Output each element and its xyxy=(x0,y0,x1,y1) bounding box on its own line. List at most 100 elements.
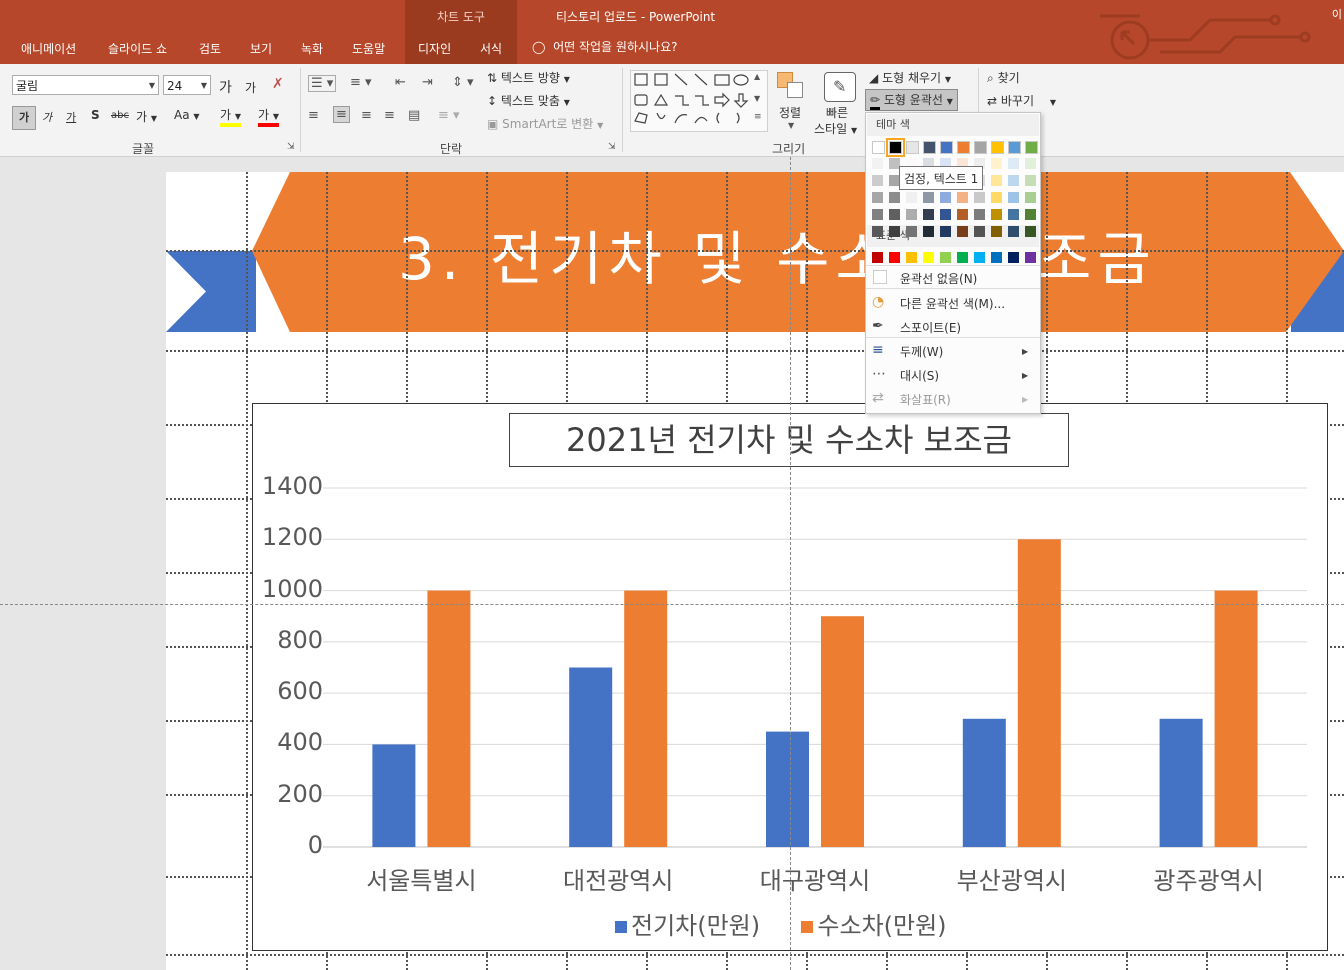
theme-shade-swatch[interactable] xyxy=(906,209,917,220)
theme-shade-swatch[interactable] xyxy=(940,226,951,237)
theme-shade-swatch[interactable] xyxy=(1025,209,1036,220)
align-right-icon[interactable]: ≡ xyxy=(361,108,372,123)
bar-ev[interactable] xyxy=(766,731,809,847)
numbering-icon[interactable]: ≡ ▾ xyxy=(350,75,372,90)
quick-styles-line1[interactable]: 빠른 xyxy=(826,104,848,121)
theme-shade-swatch[interactable] xyxy=(957,192,968,203)
tab-format[interactable]: 서식 xyxy=(480,40,502,57)
theme-color-swatch[interactable] xyxy=(1025,141,1038,154)
standard-color-swatch[interactable] xyxy=(906,252,917,263)
tab-view[interactable]: 보기 xyxy=(250,40,272,57)
bar-ev[interactable] xyxy=(1159,718,1203,847)
theme-shade-swatch[interactable] xyxy=(1025,192,1036,203)
theme-color-swatch[interactable] xyxy=(991,141,1004,154)
font-size-combo[interactable]: 24 ▼ xyxy=(163,75,211,95)
tab-record[interactable]: 녹화 xyxy=(301,40,323,57)
shadow-button[interactable]: S xyxy=(91,108,100,122)
menu-more-colors[interactable]: 다른 윤곽선 색(M)... xyxy=(900,295,1005,312)
justify-icon[interactable]: ≡ xyxy=(384,108,395,123)
theme-shade-swatch[interactable] xyxy=(1008,158,1019,169)
menu-weight[interactable]: 두께(W) xyxy=(900,343,943,360)
theme-shade-swatch[interactable] xyxy=(1008,192,1019,203)
find-button[interactable]: ⌕ 찾기 xyxy=(987,69,1020,86)
theme-shade-swatch[interactable] xyxy=(923,226,934,237)
underline-button[interactable]: 가 xyxy=(66,109,76,125)
clear-formatting-icon[interactable]: ✗ xyxy=(272,76,284,92)
theme-shade-swatch[interactable] xyxy=(974,192,985,203)
align-text-button[interactable]: ↕ 텍스트 맞춤 ▼ xyxy=(487,92,570,109)
strikethrough-button[interactable]: abc xyxy=(111,110,129,121)
increase-indent-icon[interactable]: ⇥ xyxy=(422,75,433,90)
theme-shade-swatch[interactable] xyxy=(991,226,1002,237)
smartart-button[interactable]: ▣ SmartArt로 변환 ▼ xyxy=(487,115,603,132)
tab-help[interactable]: 도움말 xyxy=(352,40,385,57)
quick-styles-button[interactable]: 스타일 ▼ xyxy=(814,120,857,137)
theme-shade-swatch[interactable] xyxy=(991,209,1002,220)
theme-color-swatch[interactable] xyxy=(957,141,970,154)
standard-color-swatch[interactable] xyxy=(923,252,934,263)
bar-ev[interactable] xyxy=(962,718,1006,847)
chevron-down-icon[interactable]: ▼ xyxy=(788,121,794,130)
shape-outline-button[interactable]: ✏ 도형 윤곽선 ▼ xyxy=(865,89,958,111)
theme-shade-swatch[interactable] xyxy=(906,226,917,237)
line-spacing-icon[interactable]: ⇕ ▾ xyxy=(452,75,474,90)
tab-review[interactable]: 검토 xyxy=(199,40,221,57)
gallery-scroll-up-icon[interactable]: ▲ xyxy=(754,72,760,81)
theme-shade-swatch[interactable] xyxy=(1025,158,1036,169)
theme-shade-swatch[interactable] xyxy=(974,226,985,237)
theme-color-swatch[interactable] xyxy=(872,141,885,154)
dialog-launcher-icon[interactable]: ⇲ xyxy=(608,142,616,152)
theme-shade-swatch[interactable] xyxy=(991,175,1002,186)
font-name-combo[interactable]: 굴림 ▼ xyxy=(12,75,159,95)
font-color-button[interactable]: 가 ▼ xyxy=(258,106,280,127)
shape-fill-button[interactable]: ◢ 도형 채우기 ▼ xyxy=(869,69,951,86)
theme-color-swatch[interactable] xyxy=(886,138,905,157)
standard-color-swatch[interactable] xyxy=(991,252,1002,263)
tab-slideshow[interactable]: 슬라이드 쇼 xyxy=(108,40,167,57)
theme-shade-swatch[interactable] xyxy=(923,192,934,203)
shapes-gallery[interactable] xyxy=(630,70,768,132)
theme-shade-swatch[interactable] xyxy=(872,209,883,220)
standard-color-swatch[interactable] xyxy=(974,252,985,263)
menu-dashes[interactable]: 대시(S) xyxy=(900,367,939,384)
standard-color-swatch[interactable] xyxy=(872,252,883,263)
bold-button[interactable]: 가 xyxy=(12,106,36,130)
standard-color-swatch[interactable] xyxy=(1025,252,1036,263)
theme-shade-swatch[interactable] xyxy=(872,175,883,186)
bullets-icon[interactable]: ☰ ▾ xyxy=(308,75,337,92)
theme-shade-swatch[interactable] xyxy=(1008,226,1019,237)
theme-color-swatch[interactable] xyxy=(940,141,953,154)
theme-shade-swatch[interactable] xyxy=(906,192,917,203)
align-center-icon[interactable]: ≡ xyxy=(333,106,350,123)
bar-hydrogen[interactable] xyxy=(624,590,668,847)
theme-shade-swatch[interactable] xyxy=(957,209,968,220)
dialog-launcher-icon[interactable]: ⇲ xyxy=(287,142,295,152)
decrease-font-button[interactable]: 가 xyxy=(245,79,256,96)
slide[interactable]: 3. 전기차 및 수소차 보조금 2021년 전기차 및 수소차 보조금 140… xyxy=(166,172,1344,970)
theme-color-swatch[interactable] xyxy=(974,141,987,154)
standard-color-swatch[interactable] xyxy=(889,252,900,263)
replace-button[interactable]: ⇄ 바꾸기 ▼ xyxy=(987,92,1056,109)
theme-shade-swatch[interactable] xyxy=(872,192,883,203)
theme-shade-swatch[interactable] xyxy=(940,209,951,220)
theme-color-swatch[interactable] xyxy=(1008,141,1021,154)
theme-shade-swatch[interactable] xyxy=(889,226,900,237)
align-left-icon[interactable]: ≡ xyxy=(308,108,319,123)
theme-shade-swatch[interactable] xyxy=(991,158,1002,169)
highlight-button[interactable]: 가 ▼ xyxy=(220,106,242,127)
bar-ev[interactable] xyxy=(372,744,416,847)
bar-hydrogen[interactable] xyxy=(821,616,864,847)
italic-button[interactable]: 가 xyxy=(42,109,52,125)
gallery-scroll-down-icon[interactable]: ▼ xyxy=(754,94,760,103)
theme-shade-swatch[interactable] xyxy=(957,226,968,237)
bar-ev[interactable] xyxy=(569,667,613,848)
theme-shade-swatch[interactable] xyxy=(974,209,985,220)
text-direction-button[interactable]: ⇅ 텍스트 방향 ▼ xyxy=(487,69,570,86)
theme-shade-swatch[interactable] xyxy=(1008,175,1019,186)
bar-hydrogen[interactable] xyxy=(1214,590,1258,847)
theme-shade-swatch[interactable] xyxy=(923,209,934,220)
theme-shade-swatch[interactable] xyxy=(1025,226,1036,237)
standard-color-swatch[interactable] xyxy=(957,252,968,263)
theme-shade-swatch[interactable] xyxy=(940,192,951,203)
standard-color-swatch[interactable] xyxy=(940,252,951,263)
